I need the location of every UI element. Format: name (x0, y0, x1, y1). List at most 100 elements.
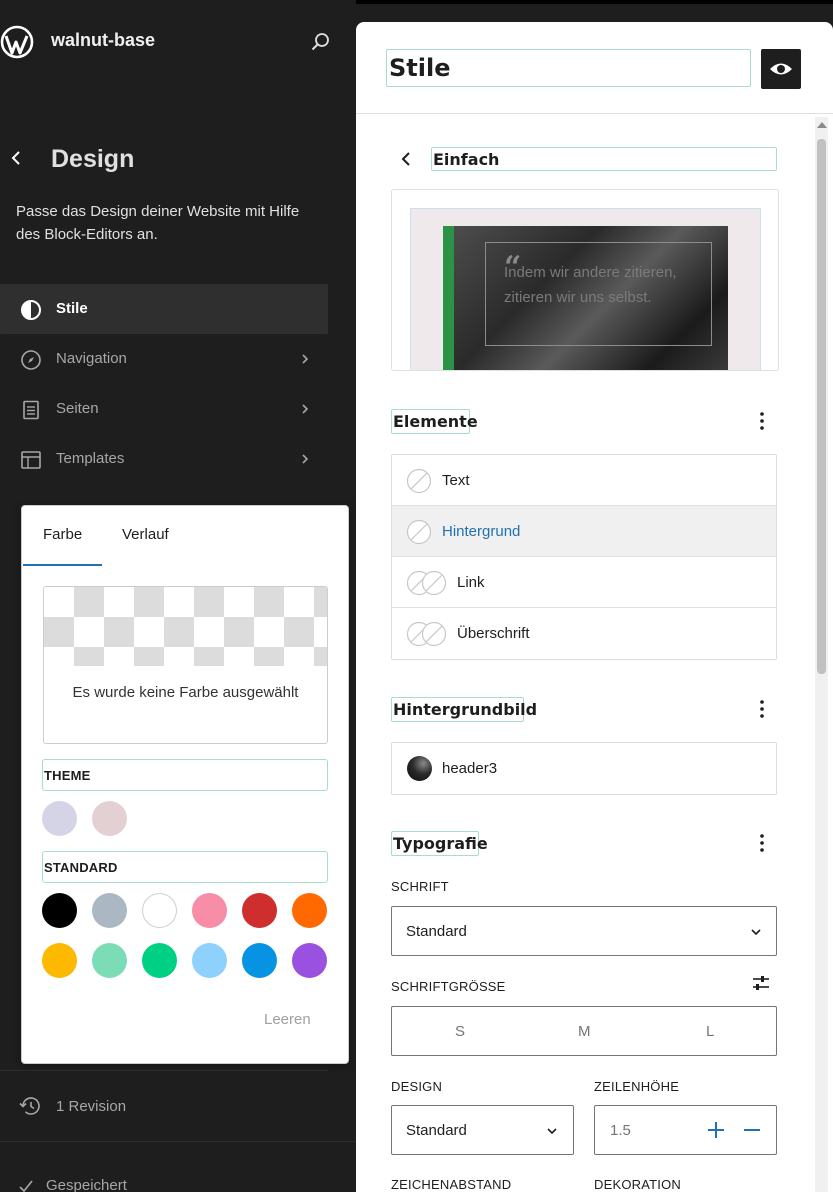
chevron-down-icon (547, 1128, 557, 1135)
standard-color-swatch[interactable] (42, 943, 77, 978)
color-preview[interactable]: Es wurde keine Farbe ausgewählt (43, 586, 328, 744)
double-color-indicator-icon (406, 570, 447, 596)
standard-color-swatch[interactable] (42, 893, 77, 928)
decoration-label: DEKORATION (594, 1177, 681, 1192)
scrollbar-thumb[interactable] (817, 139, 826, 674)
standard-color-swatch[interactable] (242, 893, 277, 928)
standard-color-swatch[interactable] (292, 943, 327, 978)
section-description: Passe das Design deiner Website mit Hilf… (16, 203, 300, 243)
chevron-right-icon (302, 354, 309, 364)
typography-heading: Typografie (391, 831, 488, 856)
chevron-right-icon (302, 454, 309, 464)
more-options-icon[interactable] (752, 832, 772, 854)
revisions-link[interactable]: 1 Revision (18, 1094, 126, 1118)
font-size-option-l[interactable]: L (706, 1023, 714, 1040)
nav-item-seiten[interactable]: Seiten (0, 384, 328, 434)
element-label: Link (457, 574, 485, 591)
theme-palette-heading: THEME (42, 759, 328, 791)
element-item-text[interactable]: Text (392, 455, 776, 506)
plus-icon[interactable] (704, 1118, 728, 1142)
element-label: Überschrift (457, 625, 530, 642)
layout-icon (21, 451, 41, 469)
history-icon (19, 1097, 40, 1115)
element-item-hintergrund[interactable]: Hintergrund (392, 506, 776, 557)
appearance-value: Standard (406, 1122, 467, 1139)
chevron-left-icon[interactable] (396, 149, 416, 169)
line-height-stepper: 1.5 (594, 1105, 777, 1155)
theme-color-swatch[interactable] (92, 801, 127, 836)
standard-color-swatch[interactable] (242, 943, 277, 978)
site-name[interactable]: walnut-base (51, 30, 155, 51)
divider (0, 1141, 356, 1142)
page-title: Design (51, 145, 135, 173)
image-thumbnail (407, 756, 432, 781)
nav-item-label: Templates (56, 450, 125, 467)
scroll-up-arrow-icon[interactable] (816, 120, 828, 130)
font-size-option-s[interactable]: S (455, 1023, 465, 1040)
saved-label: Gespeichert (46, 1177, 127, 1192)
standard-color-swatch[interactable] (192, 943, 227, 978)
background-image-heading: Hintergrundbild (391, 697, 537, 722)
more-options-icon[interactable] (752, 698, 772, 720)
check-icon (19, 1180, 33, 1192)
saved-status: Gespeichert (18, 1177, 127, 1192)
search-icon[interactable] (309, 30, 333, 54)
eye-icon (770, 63, 792, 75)
font-size-picker: S M L (391, 1006, 777, 1056)
style-preview-card[interactable]: “ Indem wir andere zitieren, zitieren wi… (391, 189, 779, 371)
panel-header: Stile (356, 22, 833, 114)
line-height-value[interactable]: 1.5 (610, 1122, 631, 1139)
standard-color-swatch[interactable] (92, 893, 127, 928)
nav-item-label: Navigation (56, 350, 127, 367)
font-size-option-m[interactable]: M (578, 1023, 591, 1040)
appearance-select[interactable]: Standard (391, 1105, 574, 1155)
color-picker-popover: Farbe Verlauf Es wurde keine Farbe ausge… (21, 505, 349, 1064)
preview-accent-bar (443, 226, 454, 370)
transparency-checkerboard (44, 587, 327, 666)
clear-button[interactable]: Leeren (264, 1011, 311, 1028)
nav-item-stile[interactable]: Stile (0, 284, 328, 334)
appearance-label: DESIGN (391, 1079, 443, 1094)
nav-item-label: Seiten (56, 400, 99, 417)
element-label: Text (442, 472, 470, 489)
nav-item-templates[interactable]: Templates (0, 434, 328, 484)
tab-farbe[interactable]: Farbe (43, 526, 82, 543)
global-styles-panel: Stile Einfach “ Indem wir andere zitiere… (356, 22, 833, 1192)
font-family-select[interactable]: Standard (391, 906, 777, 956)
more-options-icon[interactable] (752, 410, 772, 432)
settings-sliders-icon[interactable] (751, 974, 771, 992)
chevron-right-icon (302, 404, 309, 414)
minus-icon[interactable] (740, 1118, 764, 1142)
font-family-label: SCHRIFT (391, 879, 449, 894)
nav-item-label: Stile (56, 300, 88, 317)
tab-verlauf[interactable]: Verlauf (122, 526, 169, 543)
standard-color-swatch[interactable] (142, 893, 177, 928)
double-color-indicator-icon (406, 621, 447, 647)
element-label: Hintergrund (442, 523, 521, 540)
element-item-ueberschrift[interactable]: Überschrift (392, 608, 776, 659)
standard-color-swatch[interactable] (192, 893, 227, 928)
theme-color-swatch[interactable] (42, 801, 77, 836)
background-image-control: header3 (391, 742, 777, 795)
color-indicator-icon (406, 468, 432, 494)
line-height-label: ZEILENHÖHE (594, 1079, 680, 1094)
preview-button[interactable] (761, 49, 801, 89)
preview-quote-text: Indem wir andere zitieren, zitieren wir … (504, 264, 677, 306)
compass-icon (21, 350, 41, 370)
element-item-link[interactable]: Link (392, 557, 776, 608)
wordpress-logo-icon[interactable] (0, 25, 34, 59)
standard-color-swatch[interactable] (292, 893, 327, 928)
panel-title[interactable]: Stile (386, 49, 751, 87)
no-color-text: Es wurde keine Farbe ausgewählt (72, 684, 299, 701)
standard-color-swatch[interactable] (92, 943, 127, 978)
color-indicator-icon (406, 519, 432, 545)
background-image-item[interactable]: header3 (392, 743, 776, 794)
active-tab-indicator (23, 564, 102, 566)
nav-item-navigation[interactable]: Navigation (0, 334, 328, 384)
divider (0, 1070, 328, 1071)
chevron-left-icon[interactable] (6, 146, 26, 170)
half-circle-icon (21, 300, 41, 320)
standard-color-swatch[interactable] (142, 943, 177, 978)
font-size-label: SCHRIFTGRÖSSE (391, 979, 506, 994)
variation-title: Einfach (431, 147, 777, 171)
